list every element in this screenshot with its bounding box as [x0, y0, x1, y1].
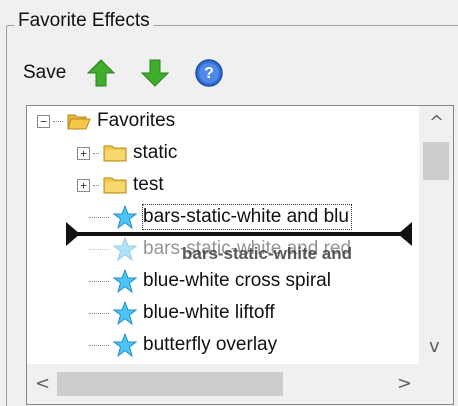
tree-connector — [89, 344, 109, 346]
folder-label: test — [133, 174, 164, 195]
vertical-scroll-thumb[interactable] — [423, 142, 449, 180]
vertical-scrollbar[interactable]: ^ v — [419, 106, 453, 364]
expand-expander[interactable]: + — [77, 146, 90, 160]
favorite-effects-panel: Favorite Effects Save ? − Favorites + st… — [0, 0, 458, 406]
help-button[interactable]: ? — [192, 56, 226, 90]
green-down-arrow-icon — [141, 59, 170, 87]
tree-row-root[interactable]: − Favorites — [37, 106, 175, 136]
tree-row-effect[interactable]: bars-static-white and blu — [89, 202, 352, 232]
open-folder-icon — [67, 111, 91, 131]
tree-connector — [89, 312, 109, 314]
drop-indicator-right-arrow — [398, 222, 412, 246]
drop-indicator-left-arrow — [66, 222, 80, 246]
folder-icon — [103, 175, 127, 195]
star-icon — [113, 269, 137, 293]
effect-label: butterfly overlay — [143, 334, 278, 355]
groupbox-title: Favorite Effects — [14, 10, 154, 32]
scroll-right-arrow[interactable]: > — [397, 375, 412, 393]
blue-help-icon: ? — [195, 59, 224, 87]
tree-connector — [89, 280, 109, 282]
move-down-button[interactable] — [138, 56, 172, 90]
move-up-button[interactable] — [84, 56, 118, 90]
tree-connector — [53, 120, 63, 122]
effect-label: blue-white liftoff — [143, 302, 275, 323]
folder-icon — [103, 143, 127, 163]
star-icon — [113, 301, 137, 325]
star-icon — [113, 333, 137, 357]
expand-expander[interactable]: + — [77, 178, 90, 192]
tree-row-effect[interactable]: butterfly overlay — [89, 330, 277, 360]
tree-row-folder[interactable]: + static — [77, 138, 177, 168]
star-icon — [113, 205, 137, 229]
save-button[interactable]: Save — [23, 62, 66, 84]
drop-insertion-line — [70, 232, 410, 236]
tree-connector — [89, 248, 109, 250]
horizontal-scrollbar[interactable]: < > — [27, 364, 421, 404]
scroll-down-arrow[interactable]: v — [429, 338, 440, 356]
scroll-left-arrow[interactable]: < — [35, 375, 50, 393]
collapse-expander[interactable]: − — [37, 114, 50, 128]
tree-row-effect[interactable]: blue-white liftoff — [89, 298, 275, 328]
tree-connector — [93, 184, 99, 186]
effect-label: blue-white cross spiral — [143, 270, 331, 291]
scroll-up-arrow[interactable]: ^ — [429, 114, 444, 132]
green-up-arrow-icon — [87, 59, 116, 87]
toolbar: Save ? — [23, 56, 246, 90]
star-icon — [113, 237, 137, 261]
tree-row-effect[interactable]: blue-white cross spiral — [89, 266, 331, 296]
effect-label-selected: bars-static-white and blu — [142, 204, 352, 230]
svg-text:?: ? — [204, 65, 214, 82]
folder-label: static — [133, 142, 178, 163]
tree-connector — [93, 152, 99, 154]
horizontal-scroll-thumb[interactable] — [57, 372, 283, 396]
scrollbar-corner — [419, 364, 453, 404]
tree-row-folder[interactable]: + test — [77, 170, 164, 200]
tree-connector — [89, 216, 109, 218]
drag-ghost-label: bars-static-white and — [182, 244, 353, 263]
tree-root-label: Favorites — [97, 110, 176, 131]
